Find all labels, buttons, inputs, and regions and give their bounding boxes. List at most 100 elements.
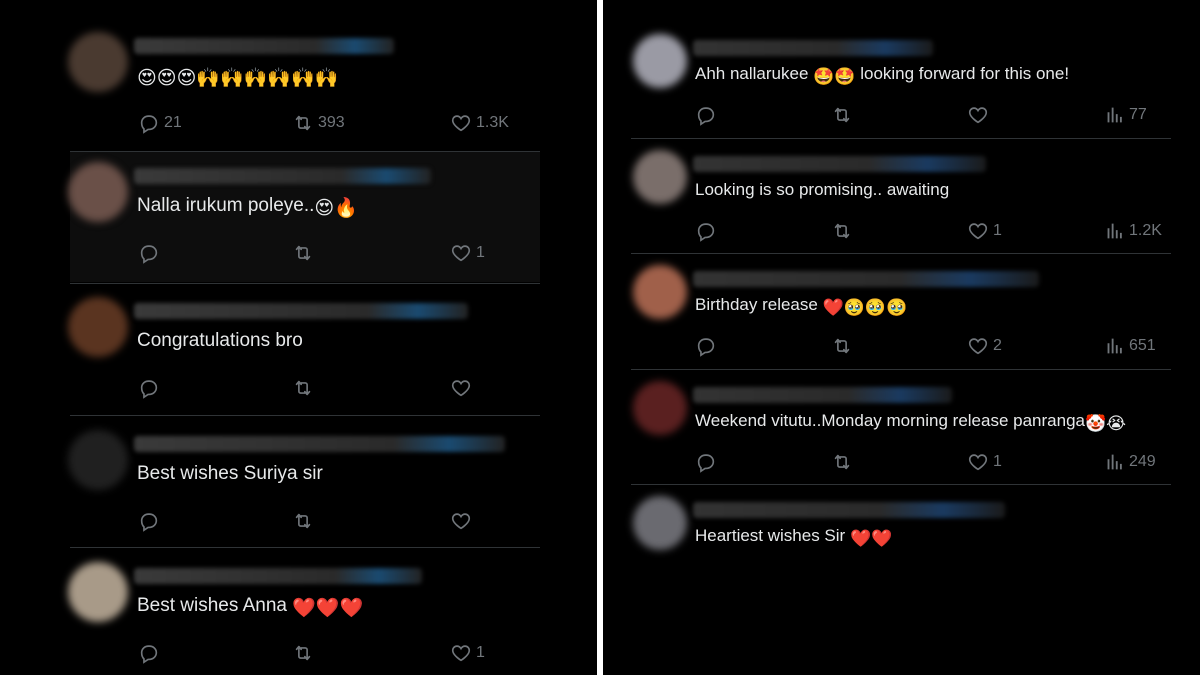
tweet-text: Looking is so promising.. awaiting — [695, 178, 949, 202]
like-button[interactable] — [450, 508, 476, 534]
views-count: 77 — [1129, 106, 1147, 123]
tweet-actions — [0, 375, 597, 401]
emoji-group: ❤️🥹🥹🥹 — [822, 298, 908, 317]
like-icon — [450, 377, 472, 399]
blurred-username — [134, 303, 468, 319]
avatar[interactable] — [633, 34, 687, 88]
tweet-actions: 1 — [0, 240, 597, 266]
reply-button[interactable] — [138, 508, 164, 534]
tweet-text: Best wishes Anna ❤️❤️❤️ — [137, 594, 363, 621]
blurred-username — [693, 156, 986, 172]
views-button[interactable]: 77 — [1103, 102, 1147, 128]
avatar[interactable] — [68, 562, 128, 622]
views-button[interactable]: 651 — [1103, 333, 1156, 359]
like-count: 1 — [993, 222, 1002, 239]
tweet-actions: 2 651 — [603, 333, 1200, 359]
tweet-actions: 1 1.2K — [603, 218, 1200, 244]
emoji-group: ❤️❤️ — [849, 529, 893, 548]
tweet-divider — [631, 369, 1171, 370]
emoji-group: ❤️❤️❤️ — [292, 598, 364, 619]
tweet-body-continued: looking forward for this one! — [855, 64, 1070, 83]
tweet-actions: 77 — [603, 102, 1200, 128]
like-icon — [967, 335, 989, 357]
avatar[interactable] — [68, 162, 128, 222]
tweet-divider — [631, 253, 1171, 254]
tweet-text: Weekend vitutu..Monday morning release p… — [695, 409, 1126, 436]
tweet-body: Heartiest wishes Sir — [695, 526, 850, 545]
reply-icon — [138, 112, 160, 134]
reply-button[interactable] — [138, 640, 164, 666]
like-icon — [450, 510, 472, 532]
like-count: 1 — [993, 453, 1002, 470]
like-button[interactable]: 1 — [450, 240, 485, 266]
avatar[interactable] — [68, 297, 128, 357]
like-icon — [967, 451, 989, 473]
like-button[interactable] — [967, 102, 993, 128]
retweet-icon — [831, 104, 853, 126]
blurred-username — [134, 168, 431, 184]
retweet-button[interactable]: 393 — [292, 110, 345, 136]
views-button[interactable]: 1.2K — [1103, 218, 1162, 244]
avatar[interactable] — [633, 265, 687, 319]
like-icon — [450, 112, 472, 134]
views-icon — [1103, 335, 1125, 357]
retweet-button[interactable] — [292, 640, 318, 666]
reply-button[interactable] — [138, 375, 164, 401]
avatar[interactable] — [68, 430, 128, 490]
blurred-username — [693, 271, 1039, 287]
retweet-button[interactable] — [292, 375, 318, 401]
views-icon — [1103, 220, 1125, 242]
retweet-button[interactable] — [292, 508, 318, 534]
tweet-text: 😍😍😍🙌🙌🙌🙌🙌🙌 — [137, 64, 338, 91]
tweet-body: Best wishes Suriya sir — [137, 463, 323, 484]
right-replies-panel: Ahh nallarukee 🤩🤩 looking forward for th… — [603, 0, 1200, 675]
retweet-button[interactable] — [831, 218, 853, 244]
retweet-button[interactable] — [831, 449, 853, 475]
avatar[interactable] — [633, 150, 687, 204]
reply-button[interactable] — [695, 102, 717, 128]
blurred-username — [693, 40, 933, 56]
reply-button[interactable] — [695, 218, 717, 244]
retweet-button[interactable] — [831, 333, 853, 359]
reply-button[interactable] — [138, 240, 164, 266]
views-button[interactable]: 249 — [1103, 449, 1156, 475]
like-count: 2 — [993, 337, 1002, 354]
reply-icon — [695, 104, 717, 126]
retweet-button[interactable] — [292, 240, 318, 266]
avatar[interactable] — [68, 32, 128, 92]
avatar[interactable] — [633, 496, 687, 550]
avatar[interactable] — [633, 381, 687, 435]
retweet-count: 393 — [318, 114, 345, 131]
reply-count: 21 — [164, 114, 182, 131]
tweet-text: Nalla irukum poleye..😍🔥 — [137, 194, 358, 221]
like-count: 1 — [476, 244, 485, 261]
like-icon — [967, 104, 989, 126]
retweet-button[interactable] — [831, 102, 853, 128]
views-count: 249 — [1129, 453, 1156, 470]
like-button[interactable]: 1.3K — [450, 110, 509, 136]
like-icon — [450, 242, 472, 264]
like-button[interactable]: 1 — [967, 218, 1002, 244]
tweet-text: Congratulations bro — [137, 329, 303, 353]
tweet-text: Best wishes Suriya sir — [137, 462, 323, 486]
left-replies-panel: 😍😍😍🙌🙌🙌🙌🙌🙌 21 393 1.3K Nalla irukum poleye..😍… — [0, 0, 597, 675]
tweet-divider — [70, 415, 540, 416]
tweet-actions: 1 — [0, 640, 597, 666]
like-count: 1 — [476, 644, 485, 661]
reply-icon — [138, 642, 160, 664]
like-button[interactable]: 2 — [967, 333, 1002, 359]
like-button[interactable] — [450, 375, 476, 401]
tweet-text: Heartiest wishes Sir ❤️❤️ — [695, 524, 892, 551]
views-icon — [1103, 104, 1125, 126]
reply-button[interactable] — [695, 333, 717, 359]
reply-button[interactable] — [695, 449, 717, 475]
tweet-divider — [70, 283, 540, 284]
reply-icon — [695, 220, 717, 242]
tweet-actions: 21 393 1.3K — [0, 110, 597, 136]
like-button[interactable]: 1 — [450, 640, 485, 666]
tweet-divider — [631, 138, 1171, 139]
reply-button[interactable]: 21 — [138, 110, 182, 136]
like-button[interactable]: 1 — [967, 449, 1002, 475]
tweet-actions: 1 249 — [603, 449, 1200, 475]
retweet-icon — [292, 242, 314, 264]
